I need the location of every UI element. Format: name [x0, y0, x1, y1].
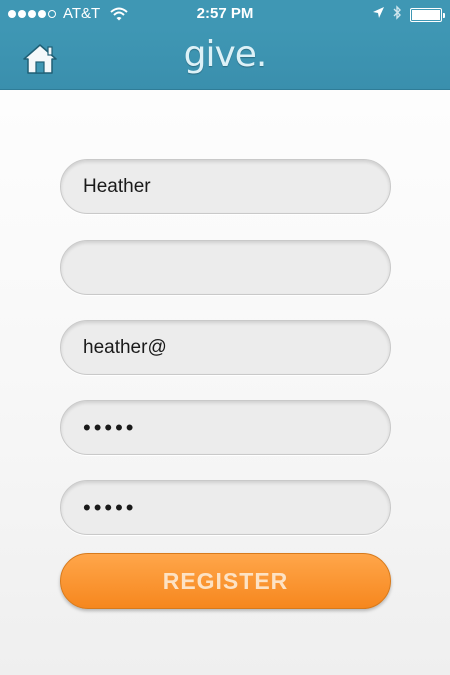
status-bar: AT&T 2:57 PM	[0, 0, 450, 28]
status-right	[372, 5, 445, 24]
register-button[interactable]: REGISTER	[60, 553, 391, 609]
confirm-password-field[interactable]	[60, 480, 391, 535]
app-logo: give.	[183, 34, 268, 75]
location-icon	[372, 6, 385, 23]
password-field[interactable]	[60, 400, 391, 455]
nav-bar: give.	[0, 28, 450, 90]
bluetooth-icon	[393, 5, 402, 24]
battery-fill	[412, 9, 440, 20]
second-field[interactable]	[60, 240, 391, 295]
name-field[interactable]	[60, 159, 391, 214]
battery-icon	[410, 7, 445, 22]
email-field[interactable]	[60, 320, 391, 375]
